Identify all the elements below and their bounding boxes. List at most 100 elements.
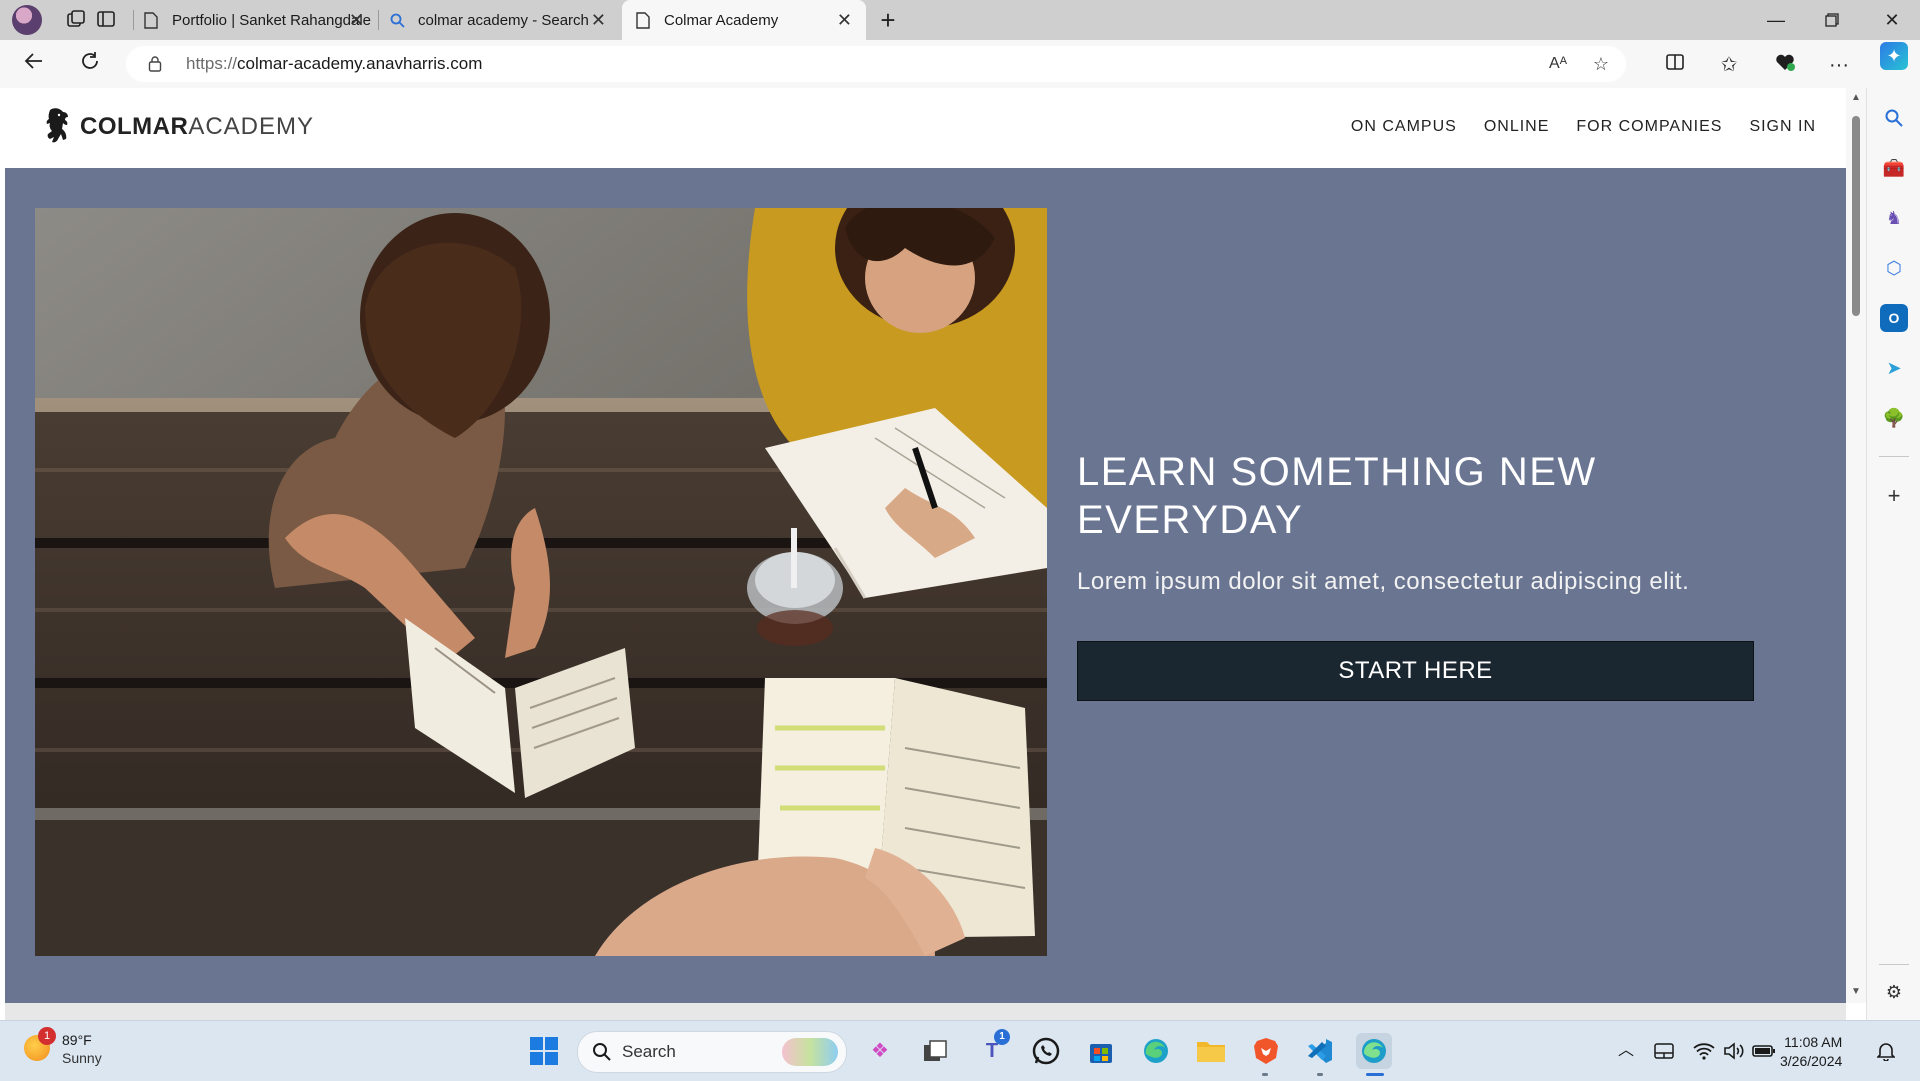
vertical-scrollbar[interactable]: ▲ ▼ xyxy=(1846,88,1866,1003)
copilot-icon[interactable]: ✦ xyxy=(1880,42,1908,70)
refresh-button[interactable] xyxy=(76,50,104,78)
nav-for-companies[interactable]: FOR COMPANIES xyxy=(1576,118,1722,136)
page-icon xyxy=(142,11,160,29)
games-icon[interactable]: ♞ xyxy=(1880,204,1908,232)
weather-widget[interactable]: 1 89°F Sunny xyxy=(24,1027,102,1067)
edge-icon[interactable] xyxy=(1138,1033,1174,1069)
sidebar-divider xyxy=(1879,964,1909,965)
running-indicator xyxy=(1317,1073,1323,1076)
show-hidden-icons-icon[interactable]: ︿ xyxy=(1614,1039,1638,1063)
notification-badge: 1 xyxy=(38,1027,56,1045)
tab-separator xyxy=(378,10,379,30)
tab-bing-search[interactable]: colmar academy - Search ✕ xyxy=(388,0,620,40)
battery-icon[interactable] xyxy=(1752,1039,1776,1063)
weather-temperature: 89°F xyxy=(62,1032,92,1048)
new-tab-button[interactable]: + xyxy=(876,7,900,33)
split-screen-icon[interactable] xyxy=(1662,52,1688,78)
start-here-button[interactable]: START HERE xyxy=(1077,641,1754,701)
windows-start-icon[interactable] xyxy=(526,1033,562,1069)
microsoft-store-icon[interactable] xyxy=(1083,1033,1119,1069)
workspaces-icon[interactable] xyxy=(64,8,88,32)
horizontal-scrollbar[interactable] xyxy=(5,1003,1846,1020)
close-icon[interactable]: ✕ xyxy=(837,10,852,31)
close-icon[interactable]: ✕ xyxy=(349,10,364,31)
hero-image xyxy=(35,208,1047,956)
hero-section: LEARN SOMETHING NEW EVERYDAY Lorem ipsum… xyxy=(5,168,1846,1003)
hero-subtitle: Lorem ipsum dolor sit amet, consectetur … xyxy=(1077,568,1690,595)
edge-sidebar: ✦ 🧰 ♞ ⬡ O ➤ 🌳 + ⚙ xyxy=(1866,42,1920,1020)
search-icon xyxy=(593,1043,611,1061)
search-label: Search xyxy=(622,1042,676,1061)
microsoft-365-icon[interactable]: ⬡ xyxy=(1880,254,1908,282)
brave-browser-icon[interactable] xyxy=(1248,1033,1284,1069)
brand-name-bold: COLMAR xyxy=(80,113,189,140)
vscode-icon[interactable] xyxy=(1302,1033,1338,1069)
whatsapp-icon[interactable] xyxy=(1028,1033,1064,1069)
back-button[interactable] xyxy=(20,50,48,78)
copilot-pre-icon[interactable]: ❖ xyxy=(862,1033,898,1069)
close-icon[interactable]: ✕ xyxy=(591,10,606,31)
url-field[interactable]: https://colmar-academy.anavharris.com Aᴬ… xyxy=(126,46,1626,82)
close-window-button[interactable]: ✕ xyxy=(1864,0,1920,40)
outlook-icon[interactable]: O xyxy=(1880,304,1908,332)
sidebar-settings-icon[interactable]: ⚙ xyxy=(1880,978,1908,1006)
hero-title: LEARN SOMETHING NEW EVERYDAY xyxy=(1077,450,1597,542)
clock-time: 11:08 AM xyxy=(1784,1034,1843,1050)
taskbar-search[interactable]: Search xyxy=(577,1031,847,1073)
favorite-star-icon[interactable]: ☆ xyxy=(1589,52,1613,76)
windows-taskbar: 1 89°F Sunny Search ❖ T 1 ︿ 11:08 AM 3/2… xyxy=(0,1020,1920,1081)
tab-portfolio[interactable]: Portfolio | Sanket Rahangdale ✕ xyxy=(142,0,378,40)
search-icon[interactable] xyxy=(1880,104,1908,132)
profile-avatar[interactable] xyxy=(12,5,42,35)
browser-essentials-icon[interactable] xyxy=(1772,52,1798,78)
tab-title: Colmar Academy xyxy=(664,11,779,29)
file-explorer-icon[interactable] xyxy=(1193,1033,1229,1069)
tab-colmar-academy[interactable]: Colmar Academy ✕ xyxy=(622,0,866,40)
tab-separator xyxy=(133,10,134,30)
sun-icon: 1 xyxy=(24,1027,56,1061)
volume-icon[interactable] xyxy=(1722,1039,1746,1063)
url-host: colmar-academy.anavharris.com xyxy=(237,54,483,73)
minimize-button[interactable]: — xyxy=(1748,0,1804,40)
lion-crest-icon xyxy=(46,108,68,143)
url-text[interactable]: https://colmar-academy.anavharris.com xyxy=(186,46,482,82)
touchpad-icon[interactable] xyxy=(1652,1039,1676,1063)
nav-on-campus[interactable]: ON CAMPUS xyxy=(1351,118,1457,136)
tab-title: colmar academy - Search xyxy=(418,11,589,29)
nav-sign-in[interactable]: SIGN IN xyxy=(1749,118,1816,136)
system-clock[interactable]: 11:08 AM 3/26/2024 xyxy=(1780,1033,1842,1071)
edge-dev-icon[interactable] xyxy=(1356,1033,1392,1069)
tree-icon[interactable]: 🌳 xyxy=(1880,404,1908,432)
read-aloud-icon[interactable]: Aᴬ xyxy=(1546,52,1570,76)
drop-icon[interactable]: ➤ xyxy=(1880,354,1908,382)
favorites-icon[interactable]: ✩ xyxy=(1716,52,1742,78)
url-protocol: https:// xyxy=(186,54,238,73)
search-icon xyxy=(388,11,406,29)
address-bar-row: https://colmar-academy.anavharris.com Aᴬ… xyxy=(0,40,1920,88)
tab-title: Portfolio | Sanket Rahangdale xyxy=(172,11,372,29)
restore-button[interactable] xyxy=(1804,0,1860,40)
wifi-icon[interactable] xyxy=(1692,1039,1716,1063)
site-header: COLMAR ACADEMY ON CAMPUS ONLINE FOR COMPA… xyxy=(5,88,1846,168)
teams-icon[interactable]: T 1 xyxy=(974,1029,1010,1069)
sidebar-divider xyxy=(1879,456,1909,457)
page-viewport: COLMAR ACADEMY ON CAMPUS ONLINE FOR COMPA… xyxy=(0,88,1866,1020)
notification-bell-icon[interactable] xyxy=(1874,1039,1898,1063)
browser-tab-strip: Portfolio | Sanket Rahangdale ✕ colmar a… xyxy=(0,0,1920,40)
scroll-down-icon[interactable]: ▼ xyxy=(1850,986,1862,997)
nav-online[interactable]: ONLINE xyxy=(1484,118,1550,136)
active-indicator xyxy=(1366,1073,1384,1076)
tab-actions-icon[interactable] xyxy=(94,8,118,32)
clock-date: 3/26/2024 xyxy=(1780,1053,1843,1069)
lock-icon[interactable] xyxy=(148,55,162,72)
task-view-icon[interactable] xyxy=(917,1033,953,1069)
site-nav: ON CAMPUS ONLINE FOR COMPANIES SIGN IN xyxy=(1351,118,1816,136)
site-logo[interactable]: COLMAR ACADEMY xyxy=(40,106,314,148)
add-sidebar-app-icon[interactable]: + xyxy=(1880,482,1908,510)
tools-icon[interactable]: 🧰 xyxy=(1880,154,1908,182)
scroll-up-icon[interactable]: ▲ xyxy=(1850,92,1862,103)
scrollbar-thumb[interactable] xyxy=(1852,116,1860,316)
settings-more-icon[interactable]: ··· xyxy=(1826,52,1852,78)
page-icon xyxy=(634,11,652,29)
brand-name-light: ACADEMY xyxy=(188,113,315,140)
